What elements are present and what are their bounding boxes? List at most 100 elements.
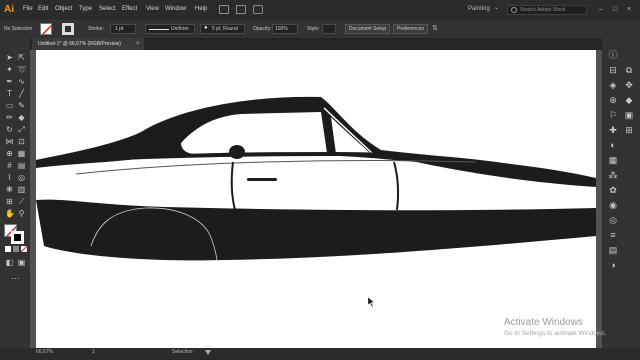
menu-help[interactable]: Help: [195, 6, 207, 12]
gradient-panel-icon[interactable]: ▤: [608, 245, 618, 255]
menu-view[interactable]: View: [146, 6, 159, 12]
car-illustration[interactable]: [36, 50, 596, 348]
appearance-icon[interactable]: ◎: [608, 215, 618, 225]
stroke-icon[interactable]: ≡: [608, 230, 618, 240]
zoom-level[interactable]: 66,67%: [36, 349, 53, 355]
menu-window[interactable]: Window: [165, 6, 186, 12]
artboard-icon[interactable]: ⊞: [5, 197, 14, 206]
mouse-cursor-icon: [367, 296, 375, 309]
draw-mode-icon[interactable]: ◧: [5, 258, 14, 267]
gradient-icon[interactable]: ▤: [17, 161, 26, 170]
asset-export-icon[interactable]: ▣: [624, 110, 634, 120]
stroke-label: Stroke:: [88, 26, 104, 32]
driver-head: [229, 145, 245, 159]
width-icon[interactable]: ⋈: [5, 137, 14, 146]
paintbrush-icon[interactable]: ✎: [17, 101, 26, 110]
artboards-icon[interactable]: ◆: [624, 95, 634, 105]
search-input[interactable]: Search Adobe Stock: [507, 5, 587, 15]
brushes-icon[interactable]: ⁂: [608, 170, 618, 180]
workspace-switcher[interactable]: Painting: [468, 6, 490, 12]
close-icon[interactable]: ×: [136, 38, 140, 50]
lasso-icon[interactable]: ➰: [17, 65, 27, 74]
variable-width-profile[interactable]: Uniform: [145, 24, 195, 34]
selection-icon[interactable]: ➤: [5, 53, 14, 62]
rectangle-icon[interactable]: ▭: [5, 101, 14, 110]
stroke-weight-field[interactable]: 1 pt: [110, 24, 136, 34]
style-label: Style:: [307, 26, 320, 32]
shape-builder-icon[interactable]: ⊕: [5, 149, 14, 158]
graphic-style-picker[interactable]: [322, 24, 336, 34]
direct-selection-icon[interactable]: ⇱: [17, 53, 26, 62]
transparency-icon[interactable]: ◑: [608, 260, 618, 270]
document-tab[interactable]: Untitled-1* @ 66,67% (RGB/Preview): [32, 38, 144, 50]
menu-select[interactable]: Select: [99, 6, 116, 12]
search-icon: [511, 7, 517, 13]
swatches-icon[interactable]: ▦: [608, 155, 618, 165]
symbol-icon[interactable]: ❋: [5, 185, 14, 194]
opacity-field[interactable]: 100%: [272, 24, 298, 34]
preferences-button[interactable]: Preferences: [393, 24, 428, 34]
pen-icon[interactable]: ✒: [5, 77, 14, 86]
rotate-icon[interactable]: ↻: [5, 125, 14, 134]
line-icon[interactable]: ╱: [17, 89, 26, 98]
door-rear-line: [393, 161, 399, 211]
menu-type[interactable]: Type: [79, 6, 92, 12]
color-icon[interactable]: ◐: [608, 140, 618, 150]
free-transform-icon[interactable]: ⊡: [17, 137, 26, 146]
status-bar: [0, 348, 640, 360]
gradient-mode-icon[interactable]: [13, 246, 19, 252]
current-tool-status[interactable]: Selection: [172, 349, 193, 355]
hand-icon[interactable]: ✋: [5, 209, 15, 218]
menu-effect[interactable]: Effect: [122, 6, 137, 12]
symbols-icon[interactable]: ✿: [608, 185, 618, 195]
status-menu-icon[interactable]: [205, 350, 211, 356]
blend-icon[interactable]: ◎: [17, 173, 26, 182]
stroke-color-icon[interactable]: [11, 231, 24, 244]
info-icon[interactable]: ⓘ: [608, 50, 618, 60]
activation-watermark-subtitle: Go to Settings to activate Windows.: [504, 330, 607, 337]
curvature-icon[interactable]: ∿: [17, 77, 26, 86]
type-icon[interactable]: T: [5, 89, 14, 98]
scale-icon[interactable]: ⤢: [17, 125, 26, 134]
maximize-icon[interactable]: □: [610, 5, 620, 14]
arrange-documents-icon[interactable]: [253, 5, 263, 14]
magic-wand-icon[interactable]: ✦: [5, 65, 14, 74]
app-logo: Ai: [4, 4, 14, 15]
links-icon[interactable]: ⚐: [608, 110, 618, 120]
slice-icon[interactable]: ⟋: [17, 197, 26, 206]
arrange-icon[interactable]: ⇅: [432, 24, 438, 32]
edit-toolbar-icon[interactable]: ⋯: [11, 274, 20, 283]
transform-icon[interactable]: ✥: [624, 80, 634, 90]
chevron-down-icon[interactable]: ⌄: [494, 4, 499, 11]
document-setup-button[interactable]: Document Setup: [345, 24, 390, 34]
color-mode-icon[interactable]: [5, 246, 11, 252]
stock-icon[interactable]: [236, 5, 246, 14]
menu-object[interactable]: Object: [55, 6, 72, 12]
menu-edit[interactable]: Edit: [38, 6, 48, 12]
properties-icon[interactable]: ⊕: [608, 95, 618, 105]
none-mode-icon[interactable]: [21, 246, 27, 252]
stroke-swatch-icon[interactable]: [62, 23, 74, 35]
minimize-icon[interactable]: –: [596, 5, 606, 14]
pencil-icon[interactable]: ✏: [5, 113, 14, 122]
perspective-icon[interactable]: ▦: [17, 149, 26, 158]
brush-definition[interactable]: ● 5 pt. Round: [200, 24, 245, 34]
artboard[interactable]: [36, 50, 596, 348]
bridge-icon[interactable]: [219, 5, 229, 14]
menu-file[interactable]: File: [23, 6, 33, 12]
fill-swatch-icon[interactable]: [40, 23, 52, 35]
close-window-icon[interactable]: ×: [624, 5, 634, 14]
graph-icon[interactable]: ▥: [17, 185, 26, 194]
eyedropper-icon[interactable]: ⌇: [5, 173, 14, 182]
pathfinder-icon[interactable]: ⧉: [624, 65, 634, 75]
libraries-icon[interactable]: ✚: [608, 125, 618, 135]
graphic-styles-icon[interactable]: ◉: [608, 200, 618, 210]
zoom-icon[interactable]: ⚲: [17, 209, 26, 218]
mesh-icon[interactable]: #: [5, 161, 14, 170]
align-icon[interactable]: ⊟: [608, 65, 618, 75]
page-number[interactable]: 1: [92, 349, 95, 355]
eraser-icon[interactable]: ◆: [17, 113, 26, 122]
navigator-icon[interactable]: ⊞: [624, 125, 634, 135]
screen-mode-icon[interactable]: ▣: [17, 258, 26, 267]
layers-icon[interactable]: ◈: [608, 80, 618, 90]
